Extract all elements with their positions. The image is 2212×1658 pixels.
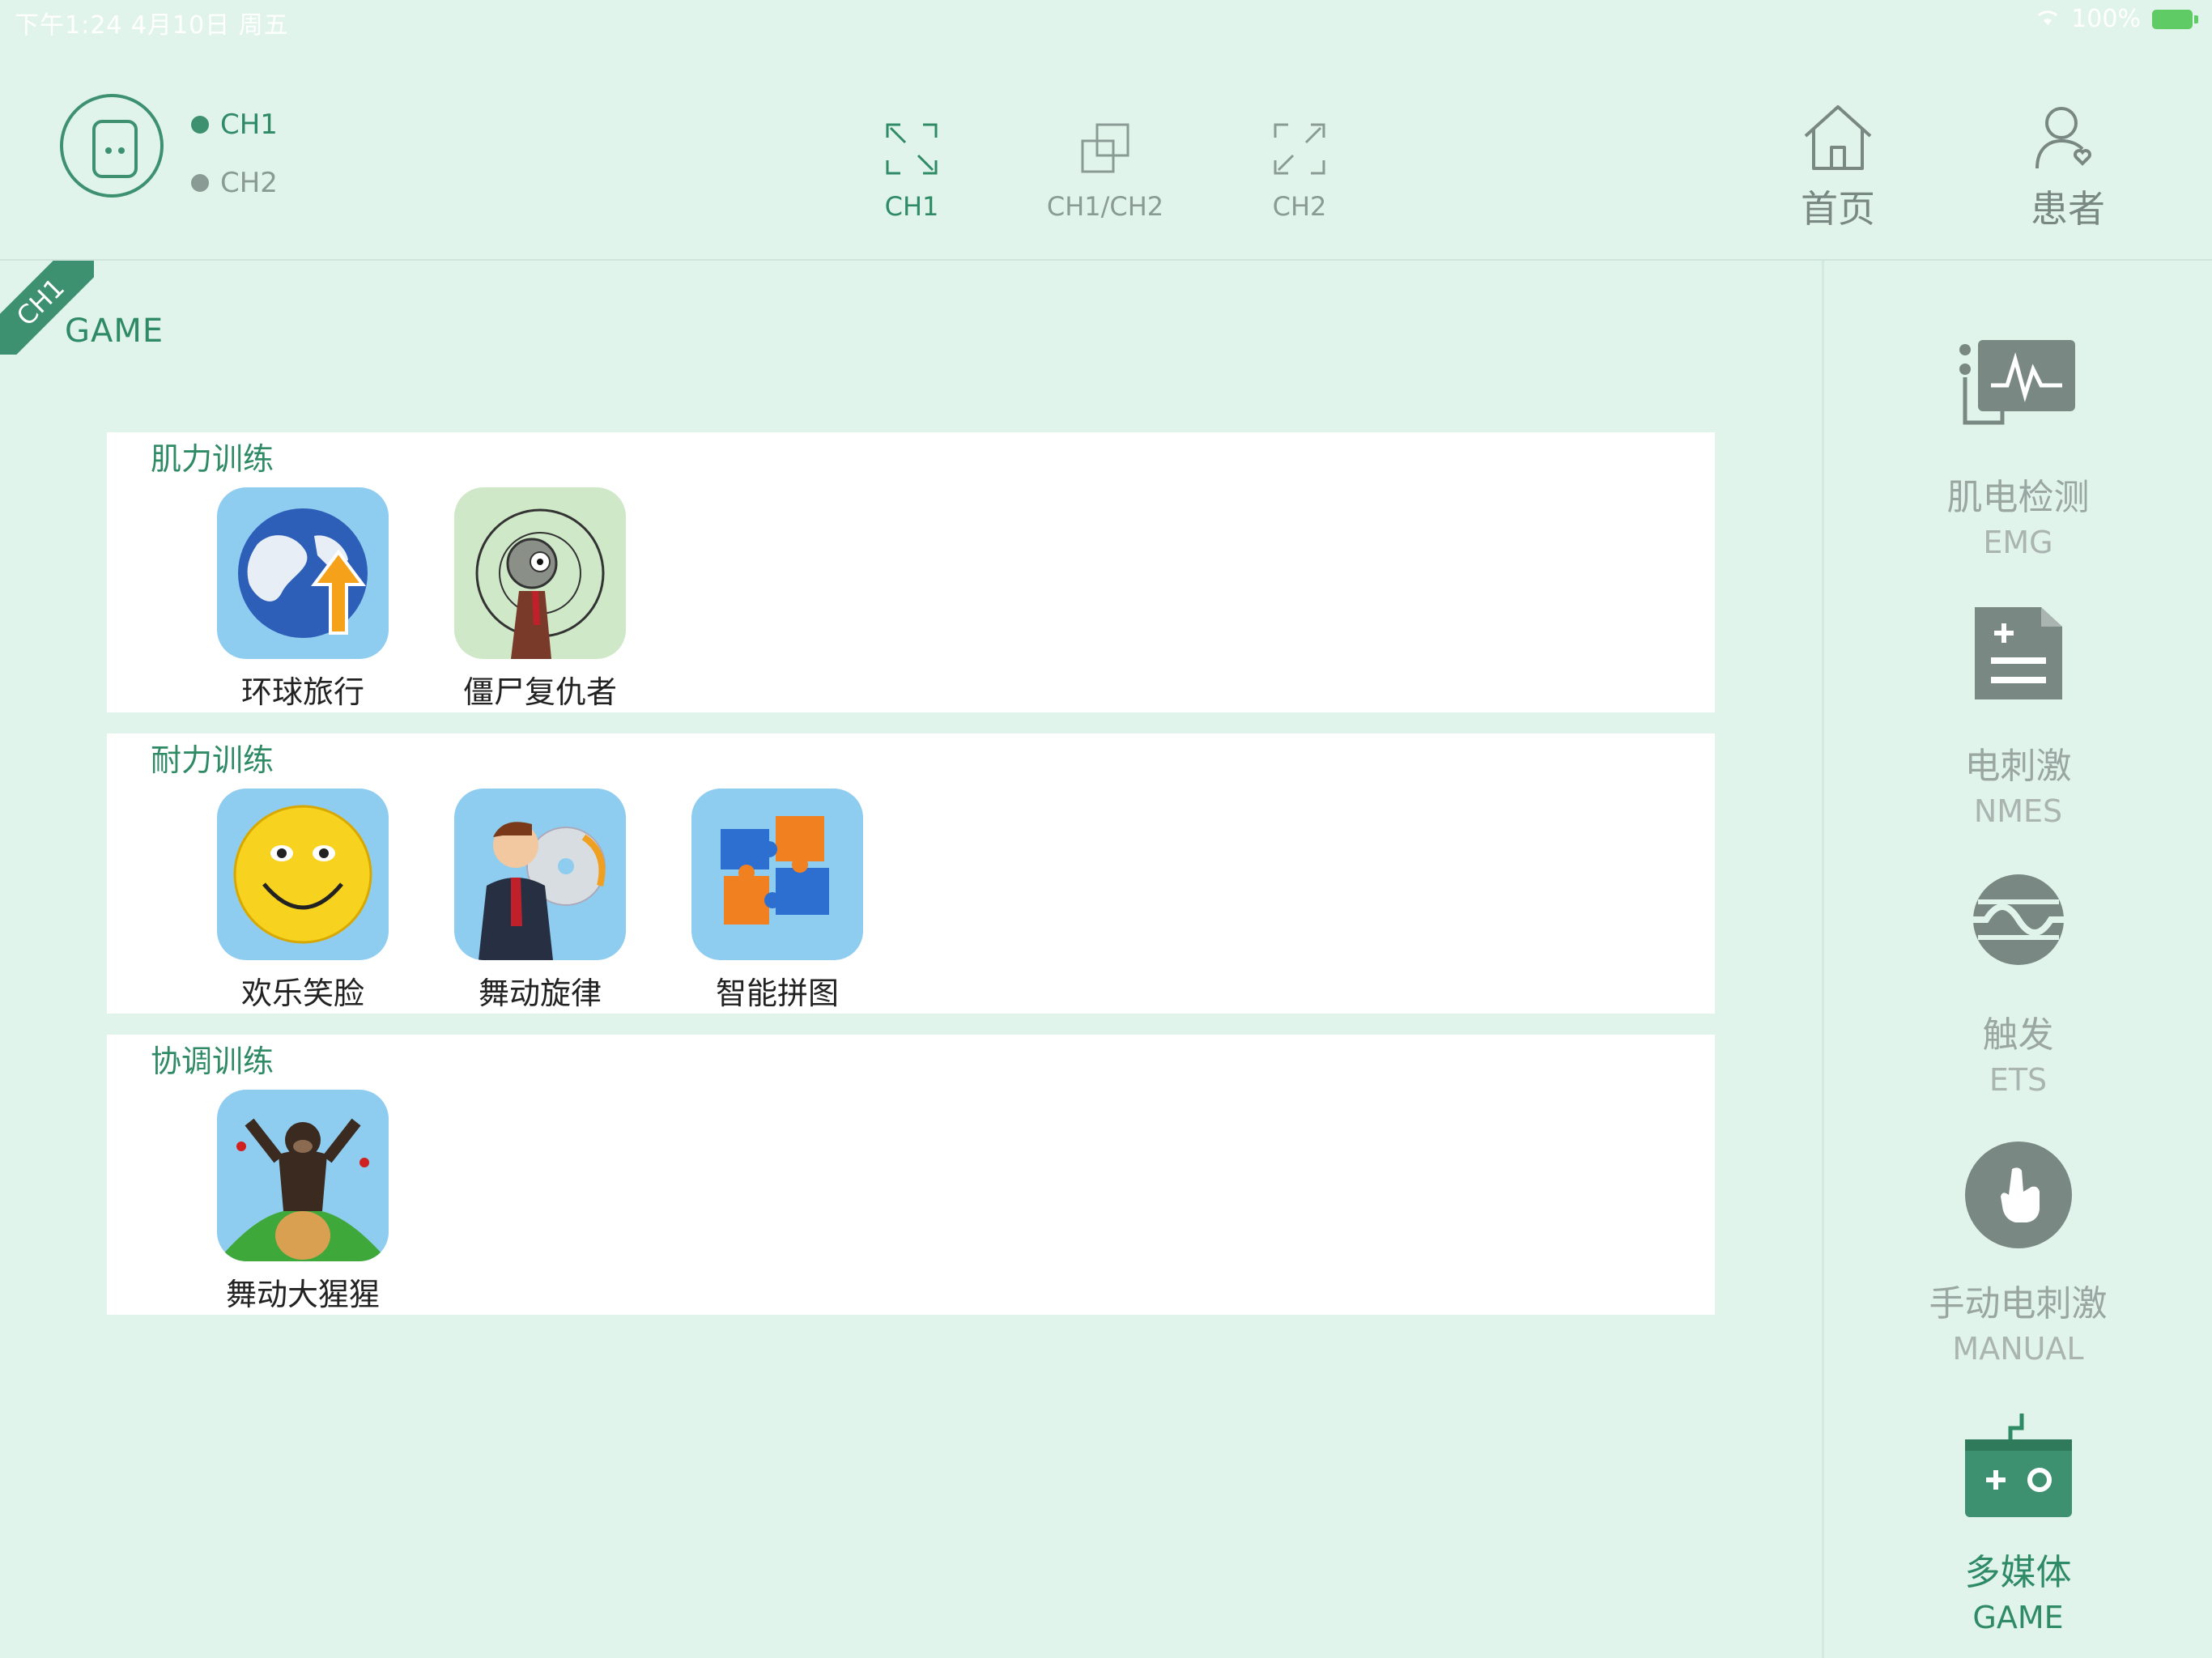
gamepad-icon — [1954, 1407, 2083, 1537]
hand-tap-icon — [1954, 1138, 2083, 1268]
game-label: 舞动大猩猩 — [225, 1277, 380, 1312]
game-tile[interactable]: 舞动旋律 — [443, 789, 637, 1013]
patient-label: 患者 — [2031, 187, 2105, 231]
sidebar-item-nmes[interactable]: 电刺激 NMES — [1824, 601, 2212, 829]
top-toolbar: CH1 CH2 CH1 CH1/CH2 CH2 首页 患者 — [0, 42, 2212, 261]
game-label: 欢乐笑脸 — [240, 976, 364, 1011]
puzzle-icon — [691, 789, 863, 960]
tab-ch1-ch2-label: CH1/CH2 — [1046, 191, 1164, 222]
channel-status-ch2: CH2 — [191, 167, 278, 199]
sidebar-item-en: GAME — [1972, 1600, 2064, 1635]
document-icon — [1954, 601, 2083, 730]
game-tile[interactable]: 智能拼图 — [680, 789, 874, 1013]
sidebar-item-game[interactable]: 多媒体 GAME — [1824, 1407, 2212, 1635]
sidebar-item-cn: 肌电检测 — [1946, 477, 2090, 518]
sidebar-item-en: EMG — [1983, 525, 2053, 560]
sidebar-item-cn: 触发 — [1982, 1014, 2054, 1056]
home-label: 首页 — [1801, 187, 1875, 231]
trigger-wave-icon — [1954, 869, 2083, 999]
wifi-icon — [2035, 5, 2060, 33]
panel-title: 耐力训练 — [151, 742, 274, 778]
device-connect-icon[interactable] — [60, 94, 164, 198]
device-dot — [105, 147, 112, 154]
mode-sidebar: 肌电检测 EMG 电刺激 NMES 触发 ETS 手动电刺激 MANUAL 多媒… — [1824, 261, 2212, 1658]
tab-ch1[interactable]: CH1 — [839, 120, 985, 222]
smiley-face-icon — [217, 789, 389, 960]
zombie-avenger-icon — [454, 487, 626, 659]
channel-status-ch1: CH1 — [191, 108, 278, 141]
globe-travel-icon — [217, 487, 389, 659]
dancing-gorilla-icon — [217, 1090, 389, 1261]
expand-icon — [886, 123, 938, 175]
sidebar-item-cn: 多媒体 — [1964, 1552, 2072, 1593]
game-tile[interactable]: 欢乐笑脸 — [206, 789, 400, 1013]
dance-music-icon — [454, 789, 626, 960]
game-label: 环球旅行 — [240, 674, 364, 710]
patient-button[interactable]: 患者 — [2003, 100, 2133, 233]
game-label: 僵尸复仇者 — [462, 674, 617, 710]
sidebar-item-en: NMES — [1973, 793, 2063, 829]
game-label: 舞动旋律 — [478, 976, 602, 1011]
section-title: GAME — [65, 312, 164, 350]
home-button[interactable]: 首页 — [1773, 100, 1903, 233]
tab-ch2[interactable]: CH2 — [1227, 120, 1372, 222]
game-label: 智能拼图 — [715, 976, 839, 1011]
home-icon — [1804, 105, 1872, 170]
status-bar: 下午1:24 4月10日 周五 100% — [0, 0, 2212, 42]
coordination-training-panel: 协调训练 舞动大猩猩 — [107, 1035, 1715, 1315]
ch1-status-label: CH1 — [220, 108, 278, 141]
ch2-status-dot — [191, 174, 209, 192]
game-tile[interactable]: 环球旅行 — [206, 487, 400, 712]
game-tile[interactable]: 舞动大猩猩 — [206, 1090, 400, 1314]
tab-ch1-label: CH1 — [884, 191, 939, 222]
device-phone-shape — [92, 120, 138, 178]
device-dot — [118, 147, 125, 154]
tab-ch1-ch2[interactable]: CH1/CH2 — [1032, 120, 1178, 222]
sidebar-item-cn: 电刺激 — [1964, 746, 2072, 787]
dual-window-icon — [1081, 123, 1129, 173]
game-content-area: CH1 GAME 肌力训练 环球旅行 僵尸复仇者 耐力训练 欢乐笑脸 舞动旋律 … — [0, 261, 1822, 1658]
patient-icon — [2035, 107, 2091, 169]
panel-title: 肌力训练 — [151, 441, 274, 477]
ch1-status-dot — [191, 116, 209, 134]
sidebar-item-en: MANUAL — [1952, 1331, 2084, 1367]
tab-ch2-label: CH2 — [1272, 191, 1327, 222]
status-right-group: 100% — [2035, 5, 2198, 33]
sidebar-item-emg[interactable]: 肌电检测 EMG — [1824, 332, 2212, 560]
panel-title: 协调训练 — [151, 1044, 274, 1079]
battery-icon — [2152, 9, 2198, 29]
strength-training-panel: 肌力训练 环球旅行 僵尸复仇者 — [107, 432, 1715, 712]
sidebar-item-manual[interactable]: 手动电刺激 MANUAL — [1824, 1138, 2212, 1367]
sidebar-item-ets[interactable]: 触发 ETS — [1824, 869, 2212, 1098]
battery-percent: 100% — [2071, 5, 2141, 33]
endurance-training-panel: 耐力训练 欢乐笑脸 舞动旋律 智能拼图 — [107, 733, 1715, 1014]
ch2-status-label: CH2 — [220, 167, 278, 199]
sidebar-item-cn: 手动电刺激 — [1929, 1283, 2108, 1324]
emg-monitor-icon — [1954, 332, 2083, 461]
game-tile[interactable]: 僵尸复仇者 — [443, 487, 637, 712]
status-time-date: 下午1:24 4月10日 周五 — [15, 11, 289, 40]
expand-icon — [1274, 123, 1325, 175]
sidebar-item-en: ETS — [1989, 1062, 2048, 1098]
